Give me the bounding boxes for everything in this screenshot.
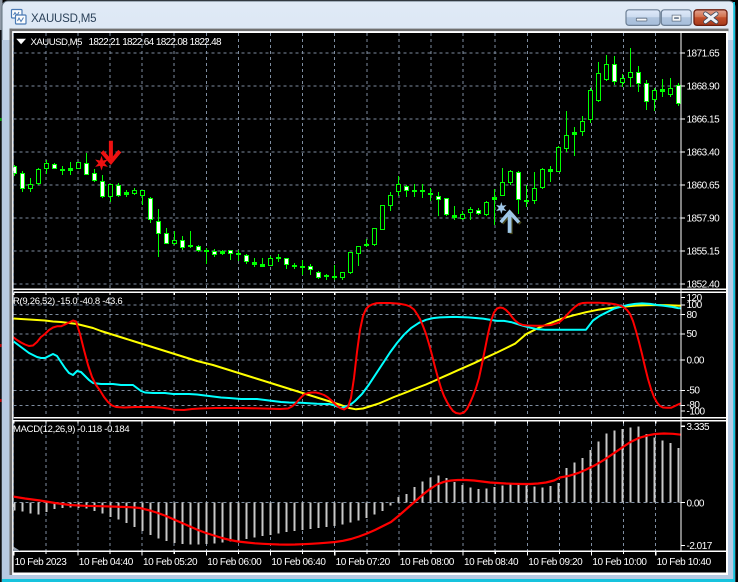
- svg-text:1863.40: 1863.40: [687, 148, 721, 159]
- svg-text:0.00: 0.00: [687, 498, 705, 509]
- svg-text:10 Feb 06:00: 10 Feb 06:00: [207, 557, 262, 568]
- svg-text:50: 50: [687, 329, 698, 340]
- svg-text:10 Feb 04:40: 10 Feb 04:40: [79, 557, 134, 568]
- svg-text:10 Feb 2023: 10 Feb 2023: [15, 557, 68, 568]
- svg-text:1855.15: 1855.15: [687, 247, 721, 258]
- svg-text:10 Feb 05:20: 10 Feb 05:20: [143, 557, 198, 568]
- svg-text:10 Feb 06:40: 10 Feb 06:40: [271, 557, 326, 568]
- svg-text:0.00: 0.00: [687, 356, 705, 367]
- svg-text:10 Feb 08:00: 10 Feb 08:00: [400, 557, 455, 568]
- svg-text:-2.017: -2.017: [687, 541, 713, 552]
- svg-text:10 Feb 10:40: 10 Feb 10:40: [657, 557, 712, 568]
- svg-text:XAUUSD,M5: XAUUSD,M5: [31, 13, 96, 25]
- svg-text:1871.65: 1871.65: [687, 49, 721, 60]
- svg-text:1866.15: 1866.15: [687, 115, 721, 126]
- svg-text:MACD(12,26,9) -0.118 -0.184: MACD(12,26,9) -0.118 -0.184: [13, 424, 129, 435]
- svg-text:1860.65: 1860.65: [687, 181, 721, 192]
- svg-text:3.335: 3.335: [687, 422, 710, 433]
- svg-text:1852.40: 1852.40: [687, 280, 721, 291]
- svg-text:-100: -100: [687, 407, 706, 418]
- svg-text:1822.08: 1822.08: [156, 37, 188, 48]
- svg-text:10 Feb 09:20: 10 Feb 09:20: [528, 557, 583, 568]
- svg-text:1822.64: 1822.64: [122, 37, 154, 48]
- svg-text:10 Feb 07:20: 10 Feb 07:20: [336, 557, 391, 568]
- svg-text:XAUUSD,M5: XAUUSD,M5: [31, 37, 83, 48]
- svg-text:80: 80: [687, 310, 698, 321]
- svg-text:R(9,26,52) -15.0 -40.8 -43.6: R(9,26,52) -15.0 -40.8 -43.6: [13, 296, 122, 307]
- svg-text:1822.48: 1822.48: [190, 37, 222, 48]
- svg-text:1868.90: 1868.90: [687, 82, 721, 93]
- svg-text:1822.21: 1822.21: [89, 37, 121, 48]
- svg-text:10 Feb 08:40: 10 Feb 08:40: [464, 557, 519, 568]
- svg-text:10 Feb 10:00: 10 Feb 10:00: [592, 557, 647, 568]
- svg-text:-50: -50: [687, 386, 701, 397]
- svg-text:1857.90: 1857.90: [687, 214, 721, 225]
